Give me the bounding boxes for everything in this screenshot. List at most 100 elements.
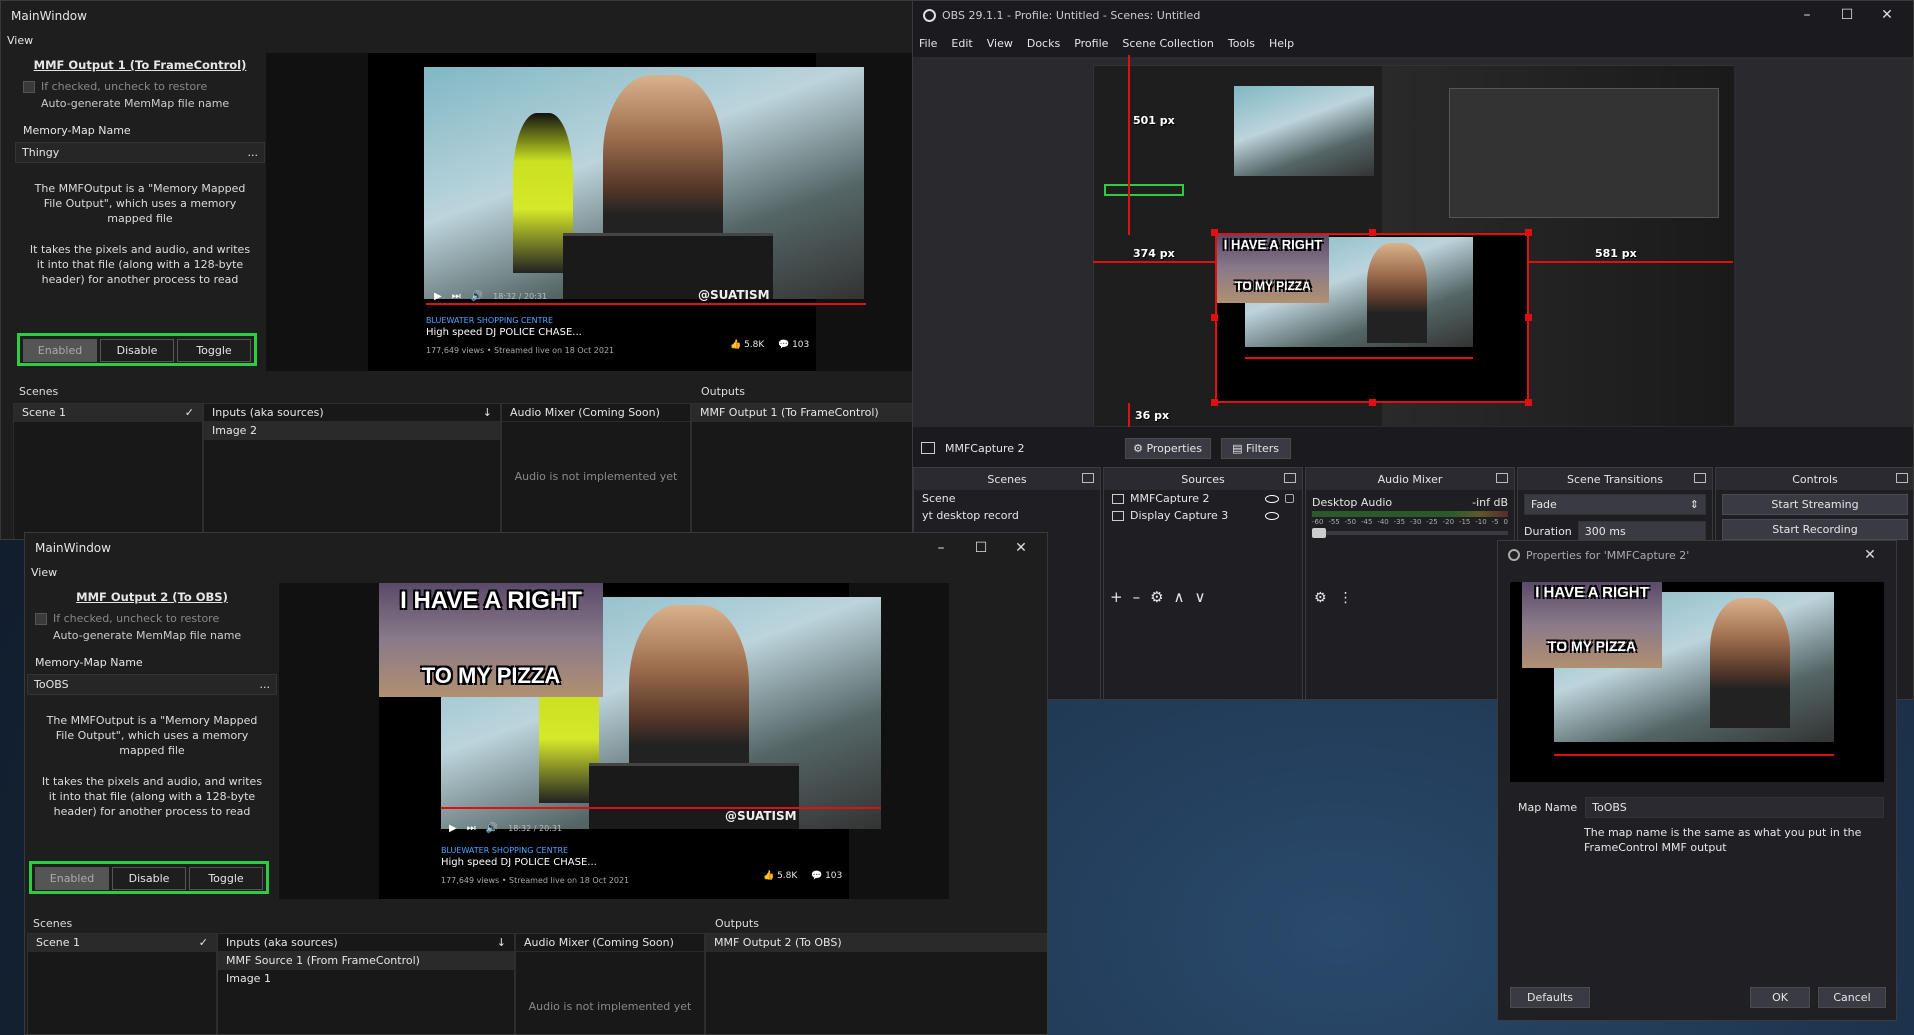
disable-button[interactable]: Disable [112,867,186,890]
browse-button[interactable]: ... [260,678,271,691]
scene-item[interactable]: Scene 1 ✓ [28,934,216,952]
resize-handle-mr[interactable] [1525,314,1532,321]
down-arrow-icon[interactable]: ∨ [1195,588,1206,606]
video-title[interactable]: High speed DJ POLICE CHASE... [441,857,629,869]
filters-button[interactable]: ▤ Filters [1220,437,1291,459]
resize-handle-bl[interactable] [1211,399,1218,406]
slider-knob[interactable] [1312,528,1326,538]
transition-select[interactable]: Fade ⇕ [1524,494,1706,515]
checkbox-box[interactable] [23,97,35,110]
resize-handle-bm[interactable] [1369,399,1376,406]
resize-handle-ml[interactable] [1211,314,1218,321]
checkbox-box[interactable] [35,629,47,642]
restore-checkbox[interactable]: If checked, uncheck to restore [15,78,265,95]
gear-icon[interactable]: ⚙ [1150,588,1163,606]
source-item[interactable]: Display Capture 3 [1104,507,1302,524]
map-name-input[interactable]: ToOBS [1585,797,1884,818]
volume-slider[interactable] [1312,528,1508,538]
mmf-panel: MMF Output 2 (To OBS) If checked, unchec… [27,587,277,902]
scene-item[interactable]: Scene 1 ✓ [14,404,202,422]
undock-icon[interactable] [1896,473,1908,483]
menu-tools[interactable]: Tools [1228,37,1255,50]
minimize-icon[interactable]: – [921,540,961,556]
enabled-button[interactable]: Enabled [35,867,109,890]
visibility-icon[interactable] [1265,494,1279,503]
play-icon[interactable]: ▶ [434,291,442,302]
menu-edit[interactable]: Edit [951,37,972,50]
defaults-button[interactable]: Defaults [1510,987,1590,1008]
progress-bar[interactable] [441,807,881,809]
next-icon[interactable]: ⏭ [467,823,476,834]
visibility-icon[interactable] [1265,511,1279,520]
ok-button[interactable]: OK [1750,987,1810,1008]
source-item[interactable]: MMFCapture 2 [1104,490,1302,507]
player-controls[interactable]: ▶ ⏭ 🔊 18:32 / 20:31 [441,817,881,839]
checkbox-box[interactable] [35,612,47,625]
meter-tick-label: 0 [1503,518,1508,526]
resize-handle-tm[interactable] [1369,229,1376,236]
start-recording-button[interactable]: Start Recording [1722,519,1908,540]
input-item[interactable]: MMF Source 1 (From FrameControl) [218,952,514,970]
cancel-button[interactable]: Cancel [1818,987,1886,1008]
output-item[interactable]: MMF Output 1 (To FrameControl) [692,404,914,422]
menu-view[interactable]: View [7,34,33,47]
maximize-icon[interactable]: ☐ [1827,7,1867,23]
enabled-button[interactable]: Enabled [23,339,97,362]
menu-profile[interactable]: Profile [1074,37,1108,50]
resize-handle-tr[interactable] [1525,229,1532,236]
resize-handle-br[interactable] [1525,399,1532,406]
scene-item[interactable]: Scene [914,490,1100,507]
lock-icon[interactable] [1285,494,1294,503]
transitions-dock-title: Scene Transitions [1567,472,1663,486]
close-icon[interactable]: ✕ [1867,7,1907,23]
duration-input[interactable]: 300 ms [1577,521,1706,542]
checkbox-box[interactable] [23,80,35,93]
disable-button[interactable]: Disable [100,339,174,362]
undock-icon[interactable] [1496,473,1508,483]
up-arrow-icon[interactable]: ∧ [1174,588,1185,606]
sort-arrow-icon[interactable]: ↓ [497,936,506,949]
scene-item[interactable]: yt desktop record [914,507,1100,524]
input-item[interactable]: Image 2 [204,422,500,440]
more-icon[interactable]: ⋮ [1339,590,1353,606]
input-item[interactable]: Image 1 [218,970,514,987]
menu-help[interactable]: Help [1269,37,1294,50]
sort-arrow-icon[interactable]: ↓ [483,406,492,419]
menu-file[interactable]: File [919,37,937,50]
autogen-checkbox[interactable]: Auto-generate MemMap file name [27,627,277,644]
gear-icon[interactable]: ⚙ [1314,590,1327,606]
play-icon[interactable]: ▶ [449,823,457,834]
undock-icon[interactable] [1694,473,1706,483]
menu-view[interactable]: View [31,566,57,579]
resize-handle-tl[interactable] [1211,229,1218,236]
menu-scene-collection[interactable]: Scene Collection [1122,37,1213,50]
undock-icon[interactable] [1284,473,1296,483]
meter-tick-label: -45 [1360,518,1373,526]
toggle-button[interactable]: Toggle [177,339,251,362]
close-icon[interactable]: ✕ [1850,547,1890,563]
video-title[interactable]: High speed DJ POLICE CHASE... [426,327,614,339]
minimize-icon[interactable]: – [1787,7,1827,23]
start-streaming-button[interactable]: Start Streaming [1722,494,1908,515]
output-item[interactable]: MMF Output 2 (To OBS) [706,934,1047,952]
toggle-button[interactable]: Toggle [189,867,263,890]
maximize-icon[interactable]: ☐ [961,540,1001,556]
autogen-checkbox[interactable]: Auto-generate MemMap file name [15,95,265,112]
progress-bar[interactable] [426,303,866,305]
map-name-field[interactable]: Thingy... [15,142,265,163]
close-icon[interactable]: ✕ [1001,540,1041,556]
menu-docks[interactable]: Docks [1027,37,1060,50]
undock-icon[interactable] [1082,473,1094,483]
add-icon[interactable]: + [1110,588,1123,606]
browse-button[interactable]: ... [248,146,259,159]
remove-icon[interactable]: – [1133,588,1141,606]
volume-icon[interactable]: 🔊 [486,823,498,834]
map-name-field[interactable]: ToOBS... [27,674,277,695]
menu-view[interactable]: View [987,37,1013,50]
meme-bottom-text: TO MY PIZZA [421,663,561,688]
next-icon[interactable]: ⏭ [452,291,461,302]
mmfcapture-source[interactable]: I HAVE A RIGHT TO MY PIZZA [1215,233,1529,403]
volume-icon[interactable]: 🔊 [471,291,483,302]
properties-button[interactable]: ⚙ Properties [1124,437,1211,459]
restore-checkbox[interactable]: If checked, uncheck to restore [27,610,277,627]
